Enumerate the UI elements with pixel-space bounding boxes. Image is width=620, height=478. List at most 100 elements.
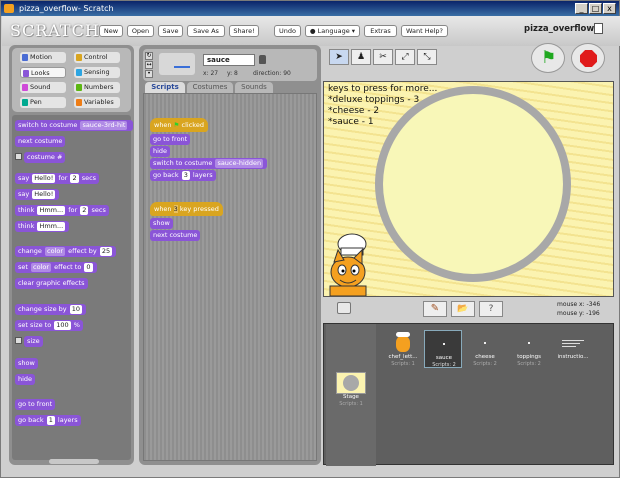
think-for-block[interactable]: think Hmm... for 2 secs xyxy=(15,205,109,216)
numbers-swatch-icon xyxy=(76,84,82,91)
delete-tool-icon[interactable]: ✂ xyxy=(373,49,393,65)
when-flag-clicked-block[interactable]: when ⚑ clicked xyxy=(150,118,208,132)
say-for-block[interactable]: say Hello! for 2 secs xyxy=(15,173,100,184)
script-area[interactable]: when ⚑ clicked go to front hide switch t… xyxy=(143,93,317,461)
size-checkbox[interactable] xyxy=(15,337,22,344)
category-numbers[interactable]: Numbers xyxy=(74,82,120,93)
costume-dropdown[interactable]: sauce-3rd-hit xyxy=(80,121,128,130)
effect-dropdown[interactable]: color xyxy=(45,247,66,256)
set-effect-block[interactable]: set color effect to 0 xyxy=(15,262,97,273)
minimize-button[interactable]: _ xyxy=(575,3,588,14)
tab-scripts[interactable]: Scripts xyxy=(145,82,185,93)
think-text-field[interactable]: Hmm... xyxy=(37,222,66,231)
category-motion[interactable]: Motion xyxy=(20,52,66,63)
switch-costume-block[interactable]: switch to costume sauce-hidden xyxy=(150,158,268,169)
layers-field[interactable]: 1 xyxy=(46,416,55,425)
palette-scrollbar[interactable] xyxy=(49,459,99,464)
green-flag-icon: ⚑ xyxy=(541,48,557,68)
grow-tool-icon[interactable]: ⤢ xyxy=(395,49,415,65)
maximize-button[interactable]: □ xyxy=(589,3,602,14)
go-to-front-block[interactable]: go to front xyxy=(150,134,191,145)
presentation-mode-icon[interactable] xyxy=(337,302,351,314)
hide-block[interactable]: hide xyxy=(15,374,36,385)
size-field[interactable]: 100 xyxy=(54,321,71,330)
category-pen[interactable]: Pen xyxy=(20,97,66,108)
switch-costume-block[interactable]: switch to costume sauce-3rd-hit xyxy=(15,120,133,131)
category-sensing[interactable]: Sensing xyxy=(74,67,120,78)
costume-number-block[interactable]: costume # xyxy=(24,152,66,163)
effect-amount-field[interactable]: 25 xyxy=(99,247,113,256)
lock-icon[interactable] xyxy=(259,55,266,64)
close-button[interactable]: x xyxy=(603,3,616,14)
effect-dropdown[interactable]: color xyxy=(31,263,52,272)
change-effect-block[interactable]: change color effect by 25 xyxy=(15,246,117,257)
category-variables[interactable]: Variables xyxy=(74,97,120,108)
next-costume-block[interactable]: next costume xyxy=(15,136,66,147)
no-rotation-icon[interactable]: • xyxy=(145,70,153,78)
language-button[interactable]: ● Language ▾ xyxy=(305,25,360,37)
save-as-button[interactable]: Save As xyxy=(187,25,225,37)
undo-button[interactable]: Undo xyxy=(274,25,301,37)
left-right-flip-icon[interactable]: ↔ xyxy=(145,61,153,69)
chef-cat-sprite[interactable] xyxy=(324,232,376,296)
open-button[interactable]: Open xyxy=(127,25,154,37)
stage-thumbnail[interactable]: Stage Scripts: 1 xyxy=(332,370,370,408)
random-sprite-icon[interactable]: ? xyxy=(479,301,503,317)
extras-button[interactable]: Extras xyxy=(364,25,397,37)
green-flag-button[interactable]: ⚑ xyxy=(531,43,565,73)
size-change-field[interactable]: 10 xyxy=(69,305,82,314)
category-looks[interactable]: Looks xyxy=(20,67,66,78)
choose-sprite-file-icon[interactable]: 📂 xyxy=(451,301,475,317)
layers-field[interactable]: 3 xyxy=(181,171,190,180)
sprite-thumb-cheese[interactable]: cheese Scripts: 2 xyxy=(466,330,504,368)
save-button[interactable]: Save xyxy=(158,25,183,37)
stop-button[interactable] xyxy=(571,43,605,73)
effect-value-field[interactable]: 0 xyxy=(84,263,93,272)
costume-checkbox[interactable] xyxy=(15,153,22,160)
mouse-x-readout: mouse x: -346 xyxy=(557,301,601,308)
share-button[interactable]: Share! xyxy=(229,25,259,37)
sprite-thumb-instructions[interactable]: instructio... xyxy=(554,330,592,368)
show-block[interactable]: show xyxy=(150,218,173,229)
category-sound[interactable]: Sound xyxy=(20,82,66,93)
costume-dropdown[interactable]: sauce-hidden xyxy=(215,159,264,168)
scratch-app-icon xyxy=(4,4,14,13)
key-dropdown[interactable]: 3 xyxy=(173,205,178,213)
secs-field[interactable]: 2 xyxy=(70,174,79,183)
project-title: pizza_overflow xyxy=(524,24,595,34)
set-size-block[interactable]: set size to 100 % xyxy=(15,320,83,331)
sprite-thumb-chef[interactable]: chef_lett... Scripts: 1 xyxy=(384,330,422,368)
arrow-tool-icon[interactable]: ➤ xyxy=(329,49,349,65)
next-costume-block[interactable]: next costume xyxy=(150,230,201,241)
go-to-front-block[interactable]: go to front xyxy=(15,399,56,410)
paint-new-sprite-icon[interactable]: ✎ xyxy=(423,301,447,317)
when-key-pressed-block[interactable]: when 3 key pressed xyxy=(150,202,223,216)
go-back-block[interactable]: go back 1 layers xyxy=(15,415,81,426)
say-block[interactable]: say Hello! xyxy=(15,189,60,200)
say-text-field[interactable]: Hello! xyxy=(32,190,56,199)
size-reporter-block[interactable]: size xyxy=(24,336,43,347)
change-size-block[interactable]: change size by 10 xyxy=(15,304,86,315)
sauce-thumb-dot xyxy=(443,343,445,345)
category-control[interactable]: Control xyxy=(74,52,120,63)
help-button[interactable]: Want Help? xyxy=(401,25,448,37)
shrink-tool-icon[interactable]: ⤡ xyxy=(417,49,437,65)
stage[interactable]: keys to press for more... *deluxe toppin… xyxy=(323,81,614,297)
rotate-all-around-icon[interactable]: ↻ xyxy=(145,52,153,60)
sprite-name-field[interactable]: sauce xyxy=(203,54,255,66)
hide-block[interactable]: hide xyxy=(150,146,171,157)
sprite-thumb-sauce[interactable]: sauce Scripts: 2 xyxy=(424,330,462,368)
duplicate-tool-icon[interactable]: ♟ xyxy=(351,49,371,65)
think-text-field[interactable]: Hmm... xyxy=(37,206,66,215)
new-button[interactable]: New xyxy=(99,25,123,37)
say-text-field[interactable]: Hello! xyxy=(32,174,56,183)
go-back-block[interactable]: go back 3 layers xyxy=(150,170,216,181)
project-notes-icon[interactable] xyxy=(594,23,603,34)
sprite-thumb-toppings[interactable]: toppings Scripts: 2 xyxy=(510,330,548,368)
tab-sounds[interactable]: Sounds xyxy=(235,82,273,93)
secs-field[interactable]: 2 xyxy=(80,206,89,215)
think-block[interactable]: think Hmm... xyxy=(15,221,70,232)
tab-costumes[interactable]: Costumes xyxy=(187,82,233,93)
show-block[interactable]: show xyxy=(15,358,38,369)
clear-effects-block[interactable]: clear graphic effects xyxy=(15,278,88,289)
